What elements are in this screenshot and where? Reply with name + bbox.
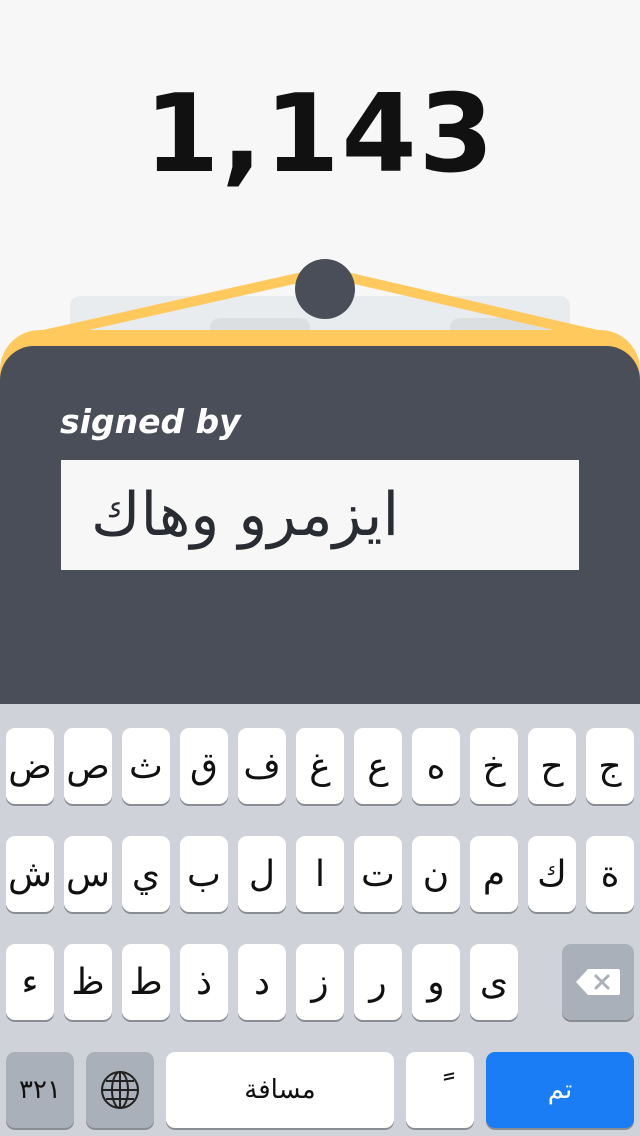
key[interactable]: ا (296, 836, 344, 912)
key[interactable]: ط (122, 944, 170, 1020)
key[interactable]: ل (238, 836, 286, 912)
key[interactable]: ه (412, 728, 460, 804)
key[interactable]: ي (122, 836, 170, 912)
key[interactable]: ض (6, 728, 54, 804)
diacritic-key[interactable]: ً (406, 1052, 474, 1128)
key[interactable]: ب (180, 836, 228, 912)
key[interactable]: و (412, 944, 460, 1020)
key[interactable]: ع (354, 728, 402, 804)
key[interactable]: د (238, 944, 286, 1020)
signed-by-label: signed by (60, 402, 241, 441)
space-key[interactable]: مسافة (166, 1052, 394, 1128)
key[interactable]: ر (354, 944, 402, 1020)
done-key[interactable]: تم (486, 1052, 634, 1128)
key[interactable]: ف (238, 728, 286, 804)
key[interactable]: م (470, 836, 518, 912)
keyboard: ض ص ث ق ف غ ع ه خ ح ج ش س ي ب ل ا ت ن م … (0, 704, 640, 1136)
delete-key[interactable] (562, 944, 634, 1020)
key[interactable]: ء (6, 944, 54, 1020)
key[interactable]: ى (470, 944, 518, 1020)
key[interactable]: ج (586, 728, 634, 804)
key[interactable]: ت (354, 836, 402, 912)
key[interactable]: ك (528, 836, 576, 912)
key[interactable]: ن (412, 836, 460, 912)
signature-text: ايزمرو وهاك (91, 480, 400, 550)
language-key[interactable] (86, 1052, 154, 1128)
score-counter: 1,143 (144, 72, 496, 197)
key[interactable]: غ (296, 728, 344, 804)
key[interactable]: ص (64, 728, 112, 804)
key[interactable]: ش (6, 836, 54, 912)
numbers-key[interactable]: ٣٢١ (6, 1052, 74, 1128)
key[interactable]: ة (586, 836, 634, 912)
key[interactable]: خ (470, 728, 518, 804)
key[interactable]: ث (122, 728, 170, 804)
key[interactable]: ق (180, 728, 228, 804)
key[interactable]: ظ (64, 944, 112, 1020)
key[interactable]: س (64, 836, 112, 912)
nail-icon (295, 259, 355, 319)
key[interactable]: ز (296, 944, 344, 1020)
backspace-icon (576, 969, 620, 995)
globe-icon (101, 1071, 139, 1109)
key[interactable]: ح (528, 728, 576, 804)
signature-input[interactable]: ايزمرو وهاك (61, 460, 579, 570)
key[interactable]: ذ (180, 944, 228, 1020)
